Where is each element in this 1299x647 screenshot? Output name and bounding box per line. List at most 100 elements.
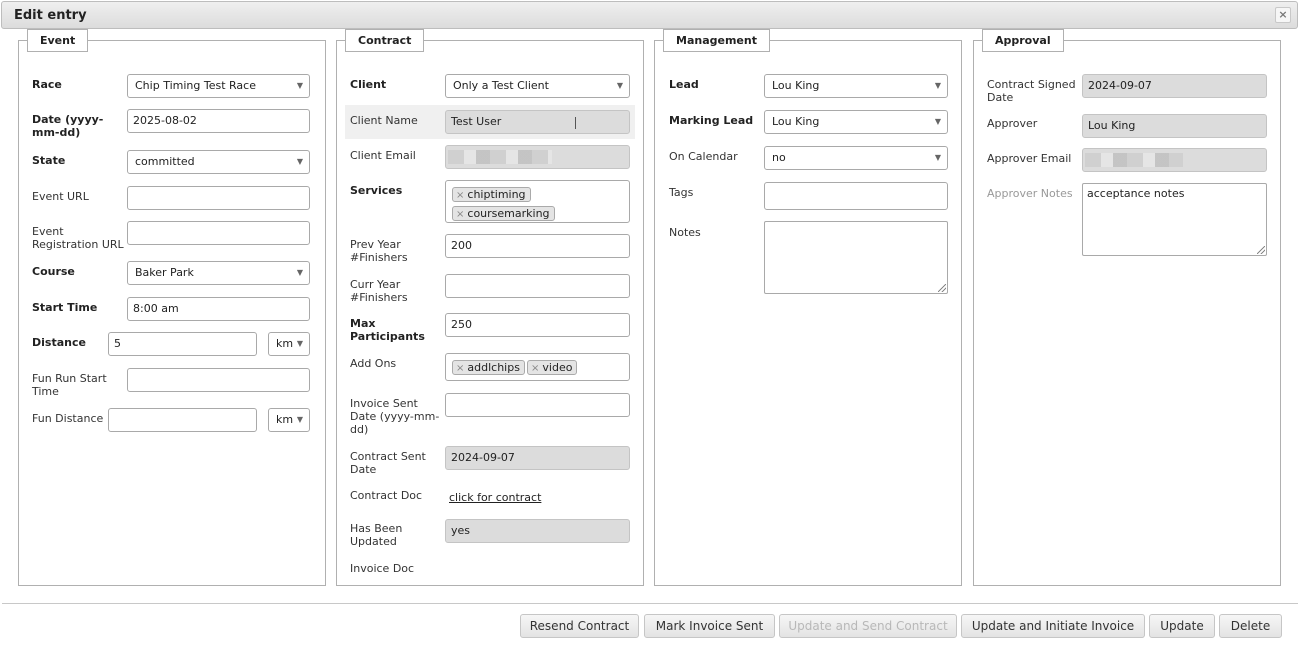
contract-doc-link[interactable]: click for contract <box>449 491 541 504</box>
state-label: State <box>32 154 66 167</box>
services-multiselect[interactable]: × chiptiming × coursemarking <box>445 180 630 223</box>
delete-button[interactable]: Delete <box>1219 614 1282 638</box>
resend-contract-button[interactable]: Resend Contract <box>520 614 639 638</box>
contract-signed-date-field: 2024-09-07 <box>1082 74 1267 98</box>
remove-chip-icon: × <box>531 363 540 374</box>
client-email-label: Client Email <box>350 149 416 162</box>
services-label: Services <box>350 184 403 197</box>
distance-input[interactable]: 5 <box>108 332 257 356</box>
on-calendar-select[interactable]: no ▼ <box>764 146 948 170</box>
registration-url-input[interactable] <box>127 221 310 245</box>
race-select[interactable]: Chip Timing Test Race ▼ <box>127 74 310 98</box>
add-on-chip[interactable]: × addlchips <box>452 360 525 375</box>
add-ons-label: Add Ons <box>350 357 397 370</box>
chevron-down-icon: ▼ <box>296 339 303 348</box>
add-ons-multiselect[interactable]: × addlchips × video <box>445 353 630 381</box>
tags-input[interactable] <box>764 182 948 210</box>
client-email-field <box>445 145 630 169</box>
marking-lead-select[interactable]: Lou King ▼ <box>764 110 948 134</box>
fun-run-start-input[interactable] <box>127 368 310 392</box>
lead-select[interactable]: Lou King ▼ <box>764 74 948 98</box>
fun-distance-label: Fun Distance <box>32 412 104 425</box>
dialog-titlebar: Edit entry × <box>1 1 1298 29</box>
service-chip[interactable]: × coursemarking <box>452 206 555 221</box>
chevron-down-icon: ▼ <box>934 81 941 90</box>
resize-grip-icon[interactable] <box>1257 246 1265 254</box>
approver-label: Approver <box>987 117 1038 130</box>
notes-label: Notes <box>669 226 701 239</box>
remove-chip-icon: × <box>456 209 465 220</box>
start-time-label: Start Time <box>32 301 98 314</box>
event-url-label: Event URL <box>32 190 89 203</box>
close-icon[interactable]: × <box>1275 7 1291 23</box>
management-fieldset: Management Lead Lou King ▼ Marking Lead … <box>654 29 962 586</box>
max-participants-input[interactable]: 250 <box>445 313 630 337</box>
approval-fieldset: Approval Contract Signed Date 2024-09-07 … <box>973 29 1281 586</box>
contract-sent-date-label: Contract Sent Date <box>350 450 426 476</box>
client-label: Client <box>350 78 387 91</box>
button-bar-separator <box>2 603 1298 604</box>
client-select[interactable]: Only a Test Client ▼ <box>445 74 630 98</box>
client-name-field: Test User <box>445 110 630 134</box>
distance-unit-select[interactable]: km ▼ <box>268 332 310 356</box>
approver-email-label: Approver Email <box>987 152 1072 165</box>
race-value: Chip Timing Test Race <box>135 79 256 92</box>
service-chip[interactable]: × chiptiming <box>452 187 531 202</box>
contract-sent-date-field: 2024-09-07 <box>445 446 630 470</box>
client-name-label: Client Name <box>350 114 418 127</box>
state-select[interactable]: committed ▼ <box>127 150 310 174</box>
course-value: Baker Park <box>135 266 194 279</box>
curr-finishers-input[interactable] <box>445 274 630 298</box>
update-and-initiate-invoice-button[interactable]: Update and Initiate Invoice <box>961 614 1145 638</box>
fun-distance-unit-select[interactable]: km ▼ <box>268 408 310 432</box>
contract-legend: Contract <box>345 29 425 52</box>
chevron-down-icon: ▼ <box>934 117 941 126</box>
approver-notes-textarea[interactable]: acceptance notes <box>1082 183 1267 256</box>
chevron-down-icon: ▼ <box>296 81 303 90</box>
approver-field: Lou King <box>1082 114 1267 138</box>
event-url-input[interactable] <box>127 186 310 210</box>
fun-distance-input[interactable] <box>108 408 257 432</box>
prev-finishers-input[interactable]: 200 <box>445 234 630 258</box>
redacted-email <box>448 150 552 164</box>
chevron-down-icon: ▼ <box>296 415 303 424</box>
state-value: committed <box>135 155 195 168</box>
marking-lead-value: Lou King <box>772 115 820 128</box>
client-value: Only a Test Client <box>453 79 549 92</box>
has-been-updated-label: Has Been Updated <box>350 522 403 548</box>
remove-chip-icon: × <box>456 190 465 201</box>
redacted-email <box>1085 153 1183 167</box>
start-time-input[interactable]: 8:00 am <box>127 297 310 321</box>
course-label: Course <box>32 265 75 278</box>
resize-grip-icon[interactable] <box>938 284 946 292</box>
date-label: Date (yyyy-mm-dd) <box>32 113 104 139</box>
chevron-down-icon: ▼ <box>934 153 941 162</box>
add-on-chip[interactable]: × video <box>527 360 578 375</box>
update-button[interactable]: Update <box>1149 614 1215 638</box>
mark-invoice-sent-button[interactable]: Mark Invoice Sent <box>644 614 775 638</box>
chevron-down-icon: ▼ <box>296 157 303 166</box>
approval-legend: Approval <box>982 29 1064 52</box>
update-and-send-contract-button[interactable]: Update and Send Contract <box>779 614 957 638</box>
on-calendar-value: no <box>772 151 786 164</box>
management-legend: Management <box>663 29 770 52</box>
fun-run-start-label: Fun Run Start Time <box>32 372 107 398</box>
notes-textarea[interactable] <box>764 221 948 294</box>
registration-url-label: Event Registration URL <box>32 225 124 251</box>
prev-finishers-label: Prev Year #Finishers <box>350 238 408 264</box>
chevron-down-icon: ▼ <box>296 268 303 277</box>
invoice-doc-label: Invoice Doc <box>350 562 415 575</box>
date-input[interactable]: 2025-08-02 <box>127 109 310 133</box>
lead-value: Lou King <box>772 79 820 92</box>
invoice-sent-date-input[interactable] <box>445 393 630 417</box>
distance-label: Distance <box>32 336 86 349</box>
invoice-sent-date-label: Invoice Sent Date (yyyy-mm-dd) <box>350 397 440 436</box>
distance-unit-value: km <box>276 337 294 350</box>
contract-doc-label: Contract Doc <box>350 489 423 502</box>
approver-notes-value: acceptance notes <box>1087 187 1185 200</box>
on-calendar-label: On Calendar <box>669 150 738 163</box>
text-cursor-icon <box>575 117 576 129</box>
course-select[interactable]: Baker Park ▼ <box>127 261 310 285</box>
event-fieldset: Event Race Chip Timing Test Race ▼ Date … <box>18 29 326 586</box>
approver-notes-label: Approver Notes <box>987 187 1073 200</box>
